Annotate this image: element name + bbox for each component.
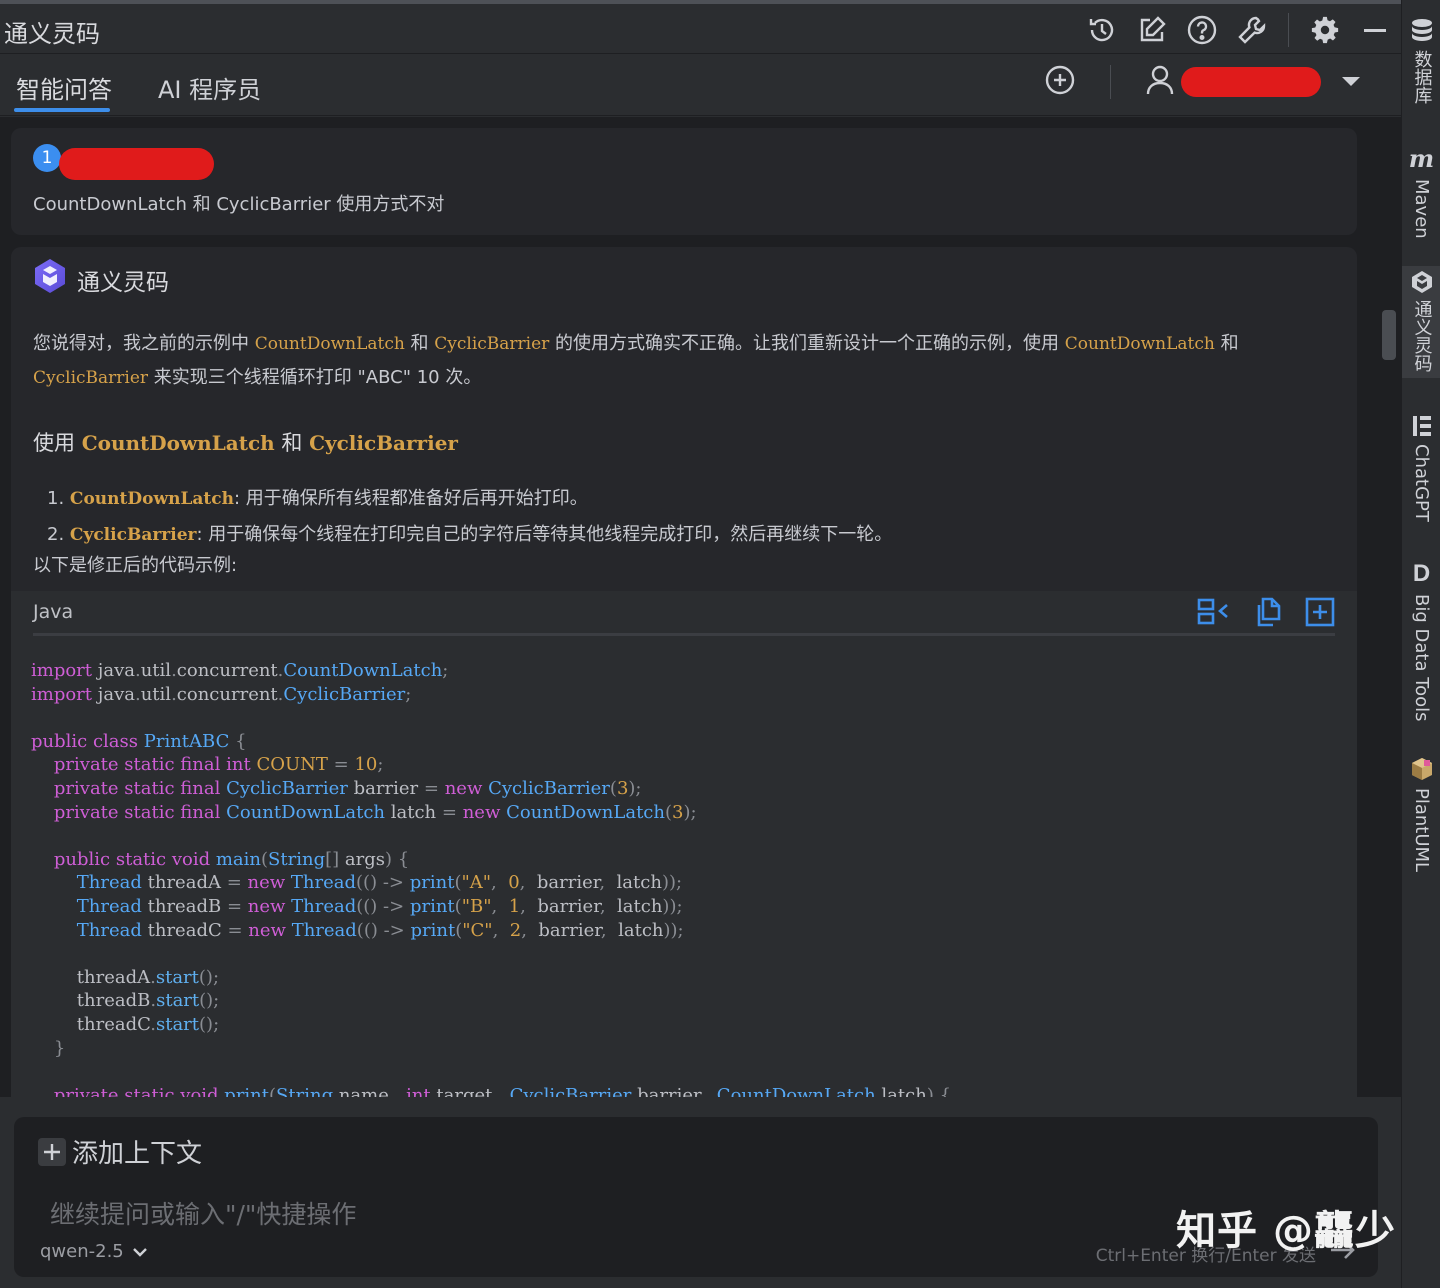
tab-bar-actions xyxy=(1044,64,1361,100)
new-file-icon[interactable] xyxy=(1305,597,1335,631)
sidebar-item-bigdata[interactable]: D Big Data Tools xyxy=(1402,560,1440,722)
scrollbar-thumb[interactable] xyxy=(1382,310,1396,360)
chevron-down-icon xyxy=(132,1247,147,1257)
title-bar-actions xyxy=(1084,12,1393,48)
sidebar-item-plantuml[interactable]: PlantUML xyxy=(1402,756,1440,872)
copy-icon[interactable] xyxy=(1253,597,1283,631)
chat-input-box[interactable]: 添加上下文 继续提问或输入"/"快捷操作 qwen-2.5 Ctrl+Enter… xyxy=(14,1117,1378,1277)
toolbar-separator xyxy=(1288,13,1289,47)
question-text: CountDownLatch 和 CyclicBarrier 使用方式不对 xyxy=(33,194,445,215)
insert-code-icon[interactable] xyxy=(1197,597,1231,631)
chevron-down-icon[interactable] xyxy=(1341,73,1361,92)
watermark: 知乎 @龘少 xyxy=(1176,1208,1396,1254)
code-language-label: Java xyxy=(33,601,74,623)
code-header-divider xyxy=(33,633,1335,636)
tab-bar-separator xyxy=(1110,65,1111,99)
question-number-badge: 1 xyxy=(33,144,61,172)
add-context-label: 添加上下文 xyxy=(72,1139,203,1169)
chat-input-placeholder[interactable]: 继续提问或输入"/"快捷操作 xyxy=(50,1195,356,1231)
edit-icon[interactable] xyxy=(1134,12,1170,48)
help-icon[interactable] xyxy=(1184,12,1220,48)
user-icon[interactable] xyxy=(1145,64,1175,100)
bigdata-icon: D xyxy=(1412,560,1431,587)
active-tab-indicator xyxy=(14,108,110,112)
chatgpt-icon xyxy=(1412,416,1431,436)
sidebar-item-tongyi[interactable]: 通义灵码 xyxy=(1402,266,1440,378)
code-actions xyxy=(1197,597,1335,631)
add-context-button[interactable]: 添加上下文 xyxy=(38,1133,202,1170)
answer-list: 1. CountDownLatch: 用于确保所有线程都准备好后再开始打印。 2… xyxy=(47,481,892,553)
plus-icon xyxy=(38,1137,66,1166)
tab-ai-programmer[interactable]: AI 程序员 xyxy=(158,70,261,105)
right-tool-sidebar: 数据库 m Maven 通义灵码 ChatGPT D Big Data Tool… xyxy=(1401,0,1440,1288)
list-item: 1. CountDownLatch: 用于确保所有线程都准备好后再开始打印。 xyxy=(47,488,588,509)
input-area: 添加上下文 继续提问或输入"/"快捷操作 qwen-2.5 Ctrl+Enter… xyxy=(0,1097,1401,1288)
window-title: 通义灵码 xyxy=(4,20,100,48)
answer-heading: 使用 CountDownLatch 和 CyclicBarrier xyxy=(33,431,458,455)
tab-bar: 智能问答 AI 程序员 xyxy=(0,54,1401,116)
answer-code-intro: 以下是修正后的代码示例: xyxy=(33,555,238,576)
code-block: Java import java.util.concurrent.CountDo… xyxy=(11,591,1357,1097)
database-icon xyxy=(1411,19,1432,41)
answer-paragraph: 您说得对，我之前的示例中 CountDownLatch 和 CyclicBarr… xyxy=(33,333,1239,388)
minimize-icon[interactable] xyxy=(1357,12,1393,48)
conversation-area[interactable]: 1 CountDownLatch 和 CyclicBarrier 使用方式不对 … xyxy=(0,117,1401,1097)
model-name: qwen-2.5 xyxy=(40,1241,124,1262)
gear-icon[interactable] xyxy=(1307,12,1343,48)
redacted-user-name xyxy=(59,148,214,180)
tab-smart-qa[interactable]: 智能问答 xyxy=(16,70,112,105)
assistant-name: 通义灵码 xyxy=(77,270,169,296)
assistant-answer-card: 通义灵码 您说得对，我之前的示例中 CountDownLatch 和 Cycli… xyxy=(11,247,1357,1097)
tongyi-icon xyxy=(1411,271,1432,293)
new-chat-icon[interactable] xyxy=(1044,64,1076,100)
maven-icon: m xyxy=(1408,144,1435,173)
model-selector[interactable]: qwen-2.5 xyxy=(40,1241,148,1262)
sidebar-item-chatgpt[interactable]: ChatGPT xyxy=(1402,414,1440,522)
sidebar-item-maven[interactable]: m Maven xyxy=(1402,144,1440,239)
wrench-icon[interactable] xyxy=(1234,12,1270,48)
redacted-username xyxy=(1181,67,1321,97)
list-item: 2. CyclicBarrier: 用于确保每个线程在打印完自己的字符后等待其他… xyxy=(47,524,893,545)
history-icon[interactable] xyxy=(1084,12,1120,48)
tongyi-logo-icon xyxy=(31,257,69,295)
sidebar-item-database[interactable]: 数据库 xyxy=(1402,18,1440,104)
code-content[interactable]: import java.util.concurrent.CountDownLat… xyxy=(31,659,951,1097)
title-bar: 通义灵码 xyxy=(0,0,1401,54)
plantuml-icon xyxy=(1411,758,1432,780)
user-question-card: 1 CountDownLatch 和 CyclicBarrier 使用方式不对 xyxy=(11,128,1357,235)
